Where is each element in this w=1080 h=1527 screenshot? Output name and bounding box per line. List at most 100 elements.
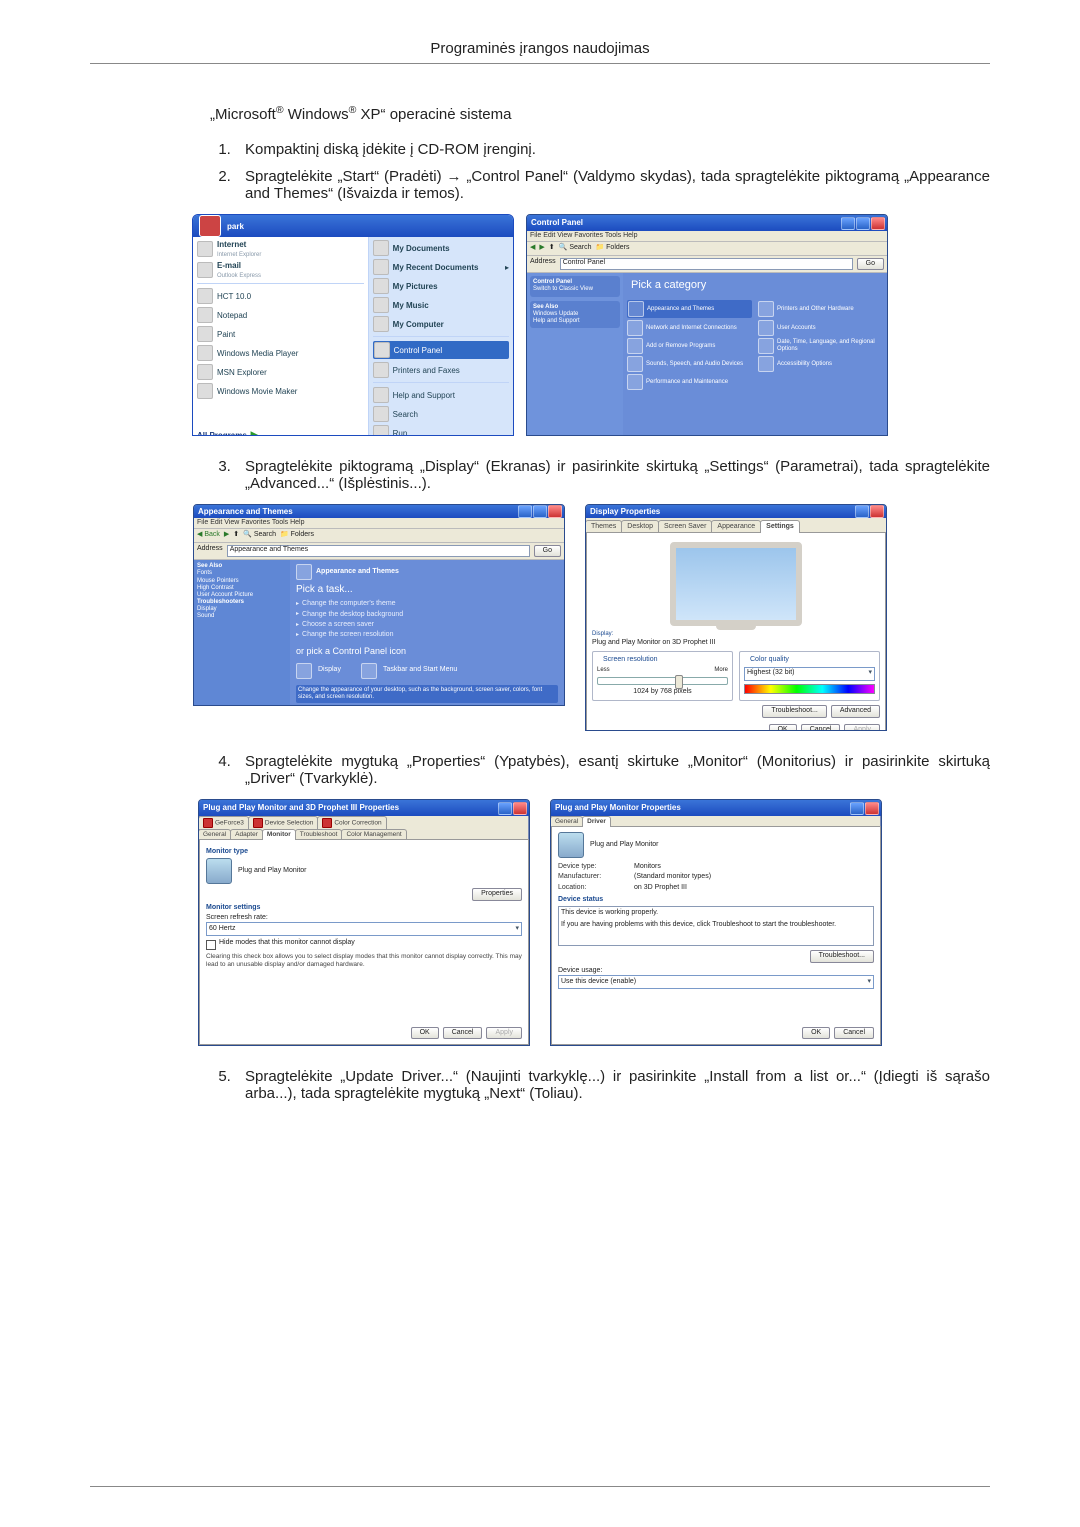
search-icon[interactable]: 🔍 Search xyxy=(243,531,276,539)
tab-desktop[interactable]: Desktop xyxy=(621,520,659,533)
start-item-run[interactable]: Run... xyxy=(373,425,509,436)
help-icon[interactable] xyxy=(855,505,869,518)
help-icon[interactable] xyxy=(850,802,864,815)
task-change-theme[interactable]: Change the computer's theme xyxy=(296,600,558,608)
switch-classic-link[interactable]: Switch to Classic View xyxy=(533,286,593,292)
help-icon[interactable] xyxy=(498,802,512,815)
start-item-msn[interactable]: MSN Explorer xyxy=(197,364,364,380)
start-item-search[interactable]: Search xyxy=(373,406,509,422)
go-button[interactable]: Go xyxy=(534,545,561,557)
start-item-printers[interactable]: Printers and Faxes xyxy=(373,362,509,378)
up-icon[interactable]: ⬆ xyxy=(549,244,555,252)
maximize-icon[interactable] xyxy=(533,505,547,518)
cat-users[interactable]: User Accounts xyxy=(758,320,883,336)
cat-appearance-themes[interactable]: Appearance and Themes xyxy=(627,300,752,318)
menubar[interactable]: File Edit View Favorites Tools Help xyxy=(194,518,564,529)
tab-themes[interactable]: Themes xyxy=(585,520,622,533)
toolbar[interactable]: ◀ ▶ ⬆ 🔍 Search 📁 Folders xyxy=(527,242,887,255)
link-mouse-pointers[interactable]: Mouse Pointers xyxy=(197,578,239,584)
start-item-wmp[interactable]: Windows Media Player xyxy=(197,345,364,361)
task-change-bg[interactable]: Change the desktop background xyxy=(296,611,558,619)
minimize-icon[interactable] xyxy=(841,217,855,230)
hide-modes-checkbox[interactable]: Hide modes that this monitor cannot disp… xyxy=(206,939,522,950)
cat-add-remove[interactable]: Add or Remove Programs xyxy=(627,338,752,354)
start-item-my-music[interactable]: My Music xyxy=(373,297,509,313)
cat-sounds[interactable]: Sounds, Speech, and Audio Devices xyxy=(627,356,752,372)
troubleshoot-button[interactable]: Troubleshoot... xyxy=(810,950,874,962)
start-all-programs[interactable]: All Programs▶ xyxy=(197,430,364,436)
back-icon[interactable]: ◀ Back xyxy=(197,531,220,539)
apply-button[interactable]: Apply xyxy=(844,724,880,731)
task-screensaver[interactable]: Choose a screen saver xyxy=(296,621,558,629)
icon-taskbar-start[interactable]: Taskbar and Start Menu xyxy=(361,663,457,679)
tab-device-selection[interactable]: Device Selection xyxy=(248,816,318,829)
up-icon[interactable]: ⬆ xyxy=(233,531,239,539)
search-icon[interactable]: 🔍 Search xyxy=(559,244,592,252)
cat-performance[interactable]: Performance and Maintenance xyxy=(627,374,752,390)
link-fonts[interactable]: Fonts xyxy=(197,570,212,576)
close-icon[interactable] xyxy=(548,505,562,518)
troubleshoot-button[interactable]: Troubleshoot... xyxy=(762,705,826,717)
device-usage-select[interactable]: Use this device (enable) xyxy=(558,975,874,989)
start-item-help[interactable]: Help and Support xyxy=(373,387,509,403)
maximize-icon[interactable] xyxy=(856,217,870,230)
tab-appearance[interactable]: Appearance xyxy=(711,520,761,533)
start-item-paint[interactable]: Paint xyxy=(197,326,364,342)
close-icon[interactable] xyxy=(513,802,527,815)
cat-printers[interactable]: Printers and Other Hardware xyxy=(758,300,883,318)
ok-button[interactable]: OK xyxy=(802,1027,830,1039)
link-windows-update[interactable]: Windows Update xyxy=(533,311,578,317)
link-help-support[interactable]: Help and Support xyxy=(533,318,580,324)
toolbar[interactable]: ◀ Back ▶ ⬆ 🔍 Search 📁 Folders xyxy=(194,529,564,542)
link-ts-display[interactable]: Display xyxy=(197,606,217,612)
refresh-select[interactable]: 60 Hertz xyxy=(206,922,522,936)
start-item-my-computer[interactable]: My Computer xyxy=(373,316,509,332)
address-field[interactable]: Appearance and Themes xyxy=(227,545,530,557)
back-icon[interactable]: ◀ xyxy=(530,244,535,252)
icon-display[interactable]: Display xyxy=(296,663,341,679)
cat-accessibility[interactable]: Accessibility Options xyxy=(758,356,883,372)
apply-button[interactable]: Apply xyxy=(486,1027,522,1039)
ok-button[interactable]: OK xyxy=(769,724,797,731)
start-item-wmm[interactable]: Windows Movie Maker xyxy=(197,383,364,399)
cancel-button[interactable]: Cancel xyxy=(834,1027,874,1039)
address-field[interactable]: Control Panel xyxy=(560,258,853,270)
tab-settings[interactable]: Settings xyxy=(760,520,800,533)
menubar[interactable]: File Edit View Favorites Tools Help xyxy=(527,231,887,242)
tab-monitor[interactable]: Monitor xyxy=(262,829,296,840)
ok-button[interactable]: OK xyxy=(411,1027,439,1039)
start-item-my-pictures[interactable]: My Pictures xyxy=(373,278,509,294)
cancel-button[interactable]: Cancel xyxy=(801,724,841,731)
minimize-icon[interactable] xyxy=(518,505,532,518)
start-item-notepad[interactable]: Notepad xyxy=(197,307,364,323)
resolution-slider[interactable] xyxy=(597,677,728,685)
start-item-internet[interactable]: InternetInternet Explorer xyxy=(197,240,364,258)
start-item-recent[interactable]: My Recent Documents▸ xyxy=(373,259,509,275)
link-ts-sound[interactable]: Sound xyxy=(197,613,214,619)
tab-geforce[interactable]: GeForce3 xyxy=(198,816,249,829)
link-high-contrast[interactable]: High Contrast xyxy=(197,585,234,591)
tab-driver[interactable]: Driver xyxy=(582,816,611,827)
link-user-picture[interactable]: User Account Picture xyxy=(197,592,253,598)
close-icon[interactable] xyxy=(870,505,884,518)
go-button[interactable]: Go xyxy=(857,258,884,270)
cancel-button[interactable]: Cancel xyxy=(443,1027,483,1039)
task-resolution[interactable]: Change the screen resolution xyxy=(296,631,558,639)
start-item-control-panel[interactable]: Control Panel xyxy=(373,341,509,359)
start-item-hct[interactable]: HCT 10.0 xyxy=(197,288,364,304)
cat-region[interactable]: Date, Time, Language, and Regional Optio… xyxy=(758,338,883,354)
close-icon[interactable] xyxy=(871,217,885,230)
forward-icon[interactable]: ▶ xyxy=(539,244,544,252)
tab-screensaver[interactable]: Screen Saver xyxy=(658,520,712,533)
cat-network[interactable]: Network and Internet Connections xyxy=(627,320,752,336)
folders-icon[interactable]: 📁 Folders xyxy=(596,244,630,252)
advanced-button[interactable]: Advanced xyxy=(831,705,880,717)
folders-icon[interactable]: 📁 Folders xyxy=(280,531,314,539)
close-icon[interactable] xyxy=(865,802,879,815)
start-item-my-documents[interactable]: My Documents xyxy=(373,240,509,256)
forward-icon[interactable]: ▶ xyxy=(224,531,229,539)
start-item-email[interactable]: E-mailOutlook Express xyxy=(197,261,364,279)
properties-button[interactable]: Properties xyxy=(472,888,522,900)
tab-color-correction[interactable]: Color Correction xyxy=(317,816,386,829)
color-quality-select[interactable]: Highest (32 bit) xyxy=(744,667,875,681)
